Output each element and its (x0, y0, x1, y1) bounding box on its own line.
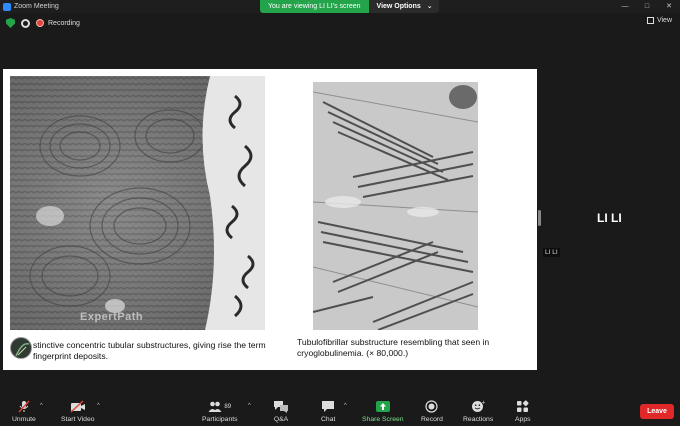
viewing-banner: You are viewing LI LI's screen View Opti… (260, 0, 439, 13)
video-camera-off-icon (69, 400, 87, 413)
audio-options-caret[interactable]: ^ (40, 403, 43, 409)
chat-button[interactable]: Chat (321, 400, 335, 423)
micrograph-fingerprint-image: ExpertPath (10, 76, 265, 330)
participants-count: 89 (224, 403, 232, 410)
caption-tubulofibrillar: Tubulofibrillar substructure resembling … (297, 337, 490, 358)
view-button[interactable]: View (646, 17, 672, 24)
video-options-caret[interactable]: ^ (97, 403, 100, 409)
chevron-down-icon: ⌄ (426, 3, 433, 10)
apps-icon (516, 400, 529, 413)
qa-label: Q&A (273, 416, 289, 423)
leave-button[interactable]: Leave (640, 404, 674, 419)
chat-bubble-icon (321, 400, 335, 413)
zoom-logo-icon (3, 2, 11, 11)
svg-text:+: + (482, 400, 486, 406)
recording-label: Recording (48, 19, 80, 27)
view-options-button[interactable]: View Options ⌄ (368, 0, 439, 13)
apps-label: Apps (515, 416, 531, 423)
participants-label: Participants (202, 416, 238, 423)
shared-screen-slide: ExpertPath stinctive concentric tubular … (3, 69, 537, 370)
microphone-muted-icon (17, 400, 31, 413)
viewing-screen-text: You are viewing LI LI's screen (260, 0, 369, 13)
watermark-text: ExpertPath (80, 311, 144, 323)
qa-button[interactable]: Q&A (273, 400, 289, 423)
recording-icon[interactable] (36, 19, 44, 27)
maximize-button[interactable]: □ (636, 0, 658, 13)
record-label: Record (421, 416, 443, 423)
chat-label: Chat (321, 416, 336, 423)
qa-icon (273, 400, 289, 413)
view-options-label: View Options (376, 3, 421, 10)
participant-name-tag: LI LI (543, 248, 560, 257)
unmute-button[interactable]: Unmute (12, 400, 36, 423)
reactions-label: Reactions (463, 416, 494, 423)
participants-button[interactable]: 89 Participants (202, 400, 238, 423)
record-icon (425, 400, 439, 413)
meeting-info-icon[interactable] (21, 18, 30, 28)
start-video-label: Start Video (61, 416, 95, 423)
presenter-avatar (10, 337, 32, 359)
unmute-label: Unmute (12, 416, 36, 423)
window-controls: — □ ✕ (614, 0, 680, 13)
participants-icon: 89 (208, 400, 231, 413)
meeting-status-row: Recording (0, 16, 80, 30)
reactions-button[interactable]: + Reactions (463, 400, 493, 423)
panel-resize-handle[interactable] (538, 210, 541, 226)
minimize-button[interactable]: — (614, 0, 636, 13)
meeting-toolbar: Unmute ^ Start Video ^ 89 Participants ^ (0, 394, 680, 426)
share-screen-icon (375, 400, 391, 413)
grid-icon (646, 17, 654, 24)
share-screen-label: Share Screen (362, 416, 404, 423)
micrograph-tubulofibrillar-image (313, 82, 478, 330)
view-label: View (656, 17, 672, 24)
smiley-icon: + (471, 400, 485, 413)
window-title: Zoom Meeting (14, 3, 59, 10)
record-button[interactable]: Record (421, 400, 443, 423)
close-button[interactable]: ✕ (658, 0, 680, 13)
share-screen-button[interactable]: Share Screen (362, 400, 404, 423)
participants-options-caret[interactable]: ^ (248, 403, 251, 409)
shield-icon[interactable] (6, 18, 15, 28)
chat-options-caret[interactable]: ^ (344, 403, 347, 409)
caption-fingerprint-deposits: stinctive concentric tubular substructur… (33, 340, 266, 361)
participant-name-display: LI LI (597, 211, 622, 225)
apps-button[interactable]: Apps (515, 400, 531, 423)
start-video-button[interactable]: Start Video (61, 400, 95, 423)
